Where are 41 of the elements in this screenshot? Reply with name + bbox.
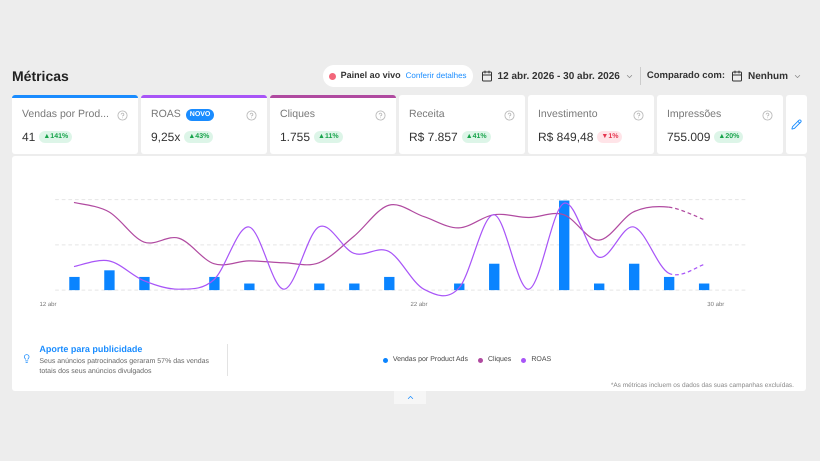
metric-value: 755.009	[667, 129, 710, 146]
metric-value: 9,25x	[151, 129, 180, 146]
help-icon[interactable]	[633, 110, 644, 120]
help-icon[interactable]	[117, 110, 128, 120]
help-icon[interactable]	[504, 110, 515, 120]
page-title: Métricas	[12, 66, 69, 86]
metric-label: Receita	[409, 107, 445, 122]
metric-value: 1.755	[280, 129, 310, 146]
compare-picker[interactable]: Nenhum	[731, 68, 802, 84]
help-icon[interactable]	[762, 110, 773, 120]
calendar-icon	[731, 70, 743, 82]
metric-value: 41	[22, 129, 36, 146]
chart-bar	[594, 284, 604, 290]
chart-bar	[489, 264, 500, 290]
metric-label: Vendas por Prod...	[22, 107, 109, 122]
chart-bar	[244, 284, 255, 290]
edit-metrics-button[interactable]	[786, 95, 807, 154]
chart-bar	[664, 276, 674, 290]
pencil-icon	[791, 119, 802, 130]
chart-bar	[104, 270, 115, 290]
help-icon[interactable]	[375, 110, 386, 120]
chart-bar	[349, 284, 360, 290]
chevron-up-icon	[406, 393, 414, 402]
live-panel-label: Painel ao vivo	[340, 69, 401, 82]
metric-label: Impressões	[667, 107, 722, 122]
help-icon[interactable]	[246, 110, 257, 120]
chart-bar	[314, 284, 324, 290]
chart-bar	[69, 276, 80, 290]
metric-label: ROAS	[151, 107, 181, 122]
chart-bar	[628, 264, 640, 290]
metric-value: R$ 7.857	[409, 129, 458, 146]
metric-label: Investimento	[538, 107, 598, 122]
compare-label: Comparado com:	[646, 68, 725, 83]
date-range-picker[interactable]: 12 abr. 2026 - 30 abr. 2026	[480, 68, 634, 84]
metric-label: Cliques	[280, 107, 316, 122]
collapse-tab[interactable]	[394, 391, 426, 404]
chart-bar	[384, 276, 394, 290]
chart-bar	[698, 284, 710, 290]
calendar-icon	[480, 70, 493, 82]
metric-value: R$ 849,48	[538, 129, 594, 146]
insight-title: Aporte para publicidade	[39, 342, 144, 356]
